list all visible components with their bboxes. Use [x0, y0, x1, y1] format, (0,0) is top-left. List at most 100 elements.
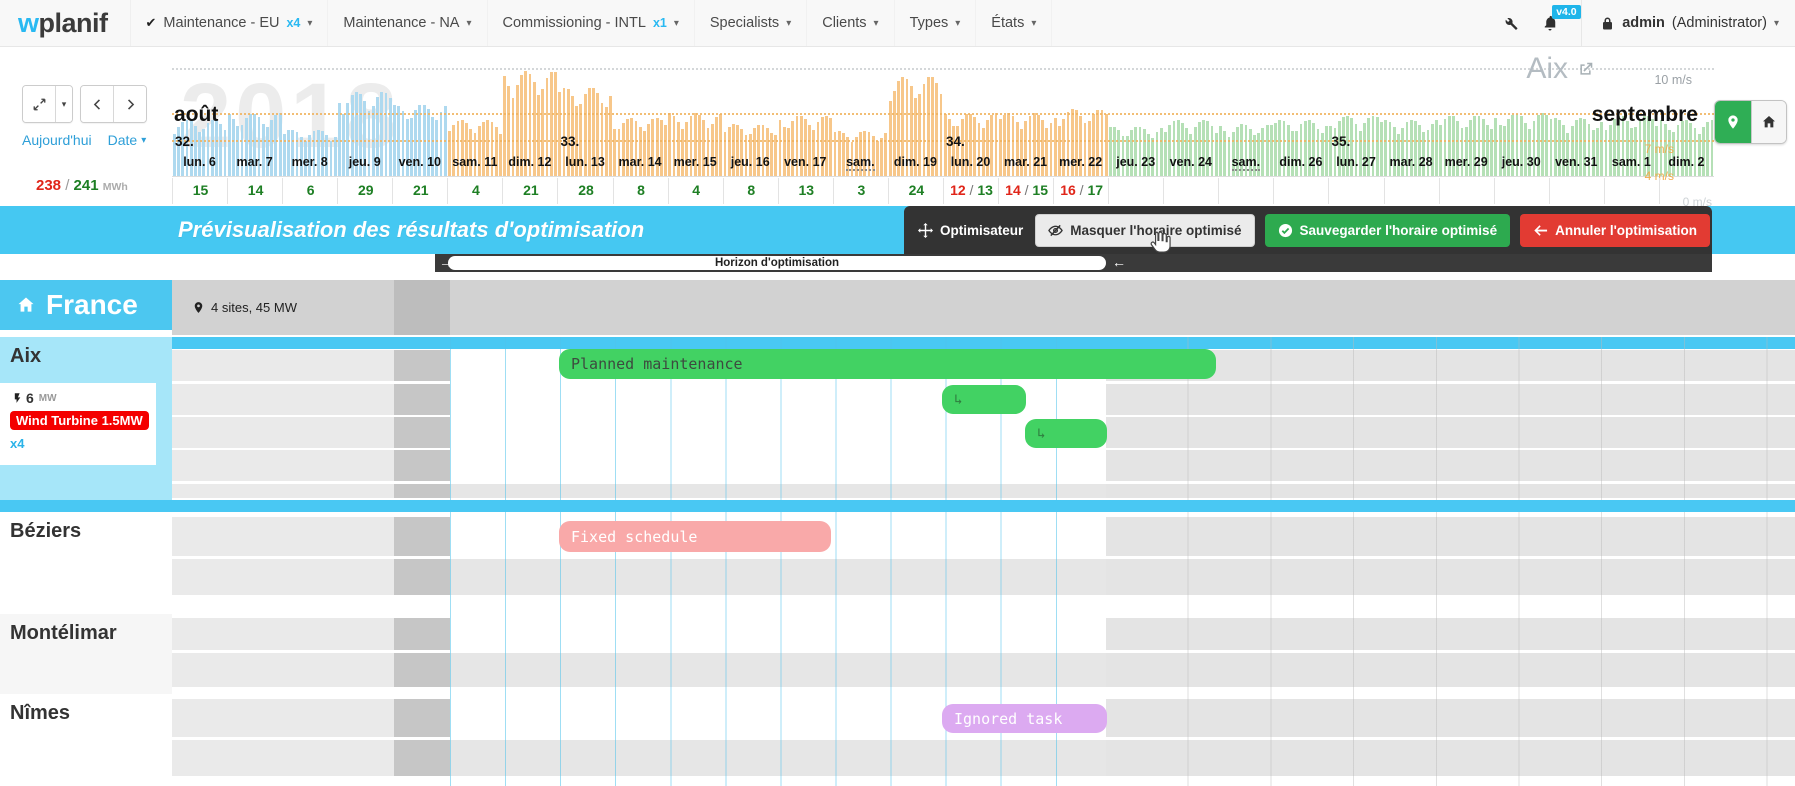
site-name: Béziers	[0, 512, 172, 543]
chevron-left-icon	[91, 98, 104, 111]
sidebar-item-montelimar[interactable]: Montélimar	[0, 614, 172, 694]
user-menu[interactable]: admin (Administrator) ▾	[1581, 0, 1779, 46]
gantt-sidebar: France Aix 6 MW Wind Turbine 1.5MW x4 Bé…	[0, 272, 172, 786]
week-number: 34.	[946, 134, 965, 149]
day-label: dim. 19	[888, 155, 943, 175]
nav-item-specialists[interactable]: Specialists▾	[695, 0, 807, 46]
day-availability: 4	[447, 178, 503, 204]
day-availability	[1163, 178, 1219, 204]
nav-item-types[interactable]: Types▾	[895, 0, 977, 46]
month-label-september: septembre	[1592, 103, 1698, 127]
count-badge: x4	[286, 16, 300, 30]
turbine-count: x4	[10, 436, 146, 451]
site-name: Montélimar	[0, 614, 172, 645]
day-label: jeu. 16	[723, 155, 778, 175]
nav-item-label: Specialists	[710, 15, 779, 31]
save-optimized-schedule-button[interactable]: Sauvegarder l'horaire optimisé	[1265, 214, 1511, 247]
turbine-type-badge[interactable]: Wind Turbine 1.5MW	[10, 411, 149, 430]
prev-period-button[interactable]	[81, 86, 113, 122]
timeline-section: ▾ Aujourd'hui Date▾ 238 / 241 MWh 2018 a…	[0, 46, 1795, 206]
sidebar-item-aix[interactable]: Aix 6 MW Wind Turbine 1.5MW x4	[0, 337, 172, 500]
sidebar-item-nimes[interactable]: Nîmes	[0, 694, 172, 786]
wrench-icon[interactable]	[1501, 14, 1519, 32]
sidebar-item-france[interactable]: France	[0, 280, 172, 330]
day-availability: 14 / 15	[998, 178, 1054, 204]
eye-slash-icon	[1048, 223, 1063, 238]
day-label: mer. 29	[1439, 155, 1494, 175]
day-availability	[1273, 178, 1329, 204]
day-label: jeu. 30	[1494, 155, 1549, 175]
energy-used: 238	[36, 177, 61, 194]
section-divider-strip	[0, 500, 1795, 512]
gantt-row	[172, 653, 1795, 687]
optimizer-icon	[918, 223, 933, 238]
horizon-track: → Horizon d'optimisation ←	[435, 254, 1712, 272]
site-name: Aix	[0, 337, 172, 368]
day-label: dim. 26	[1273, 155, 1328, 175]
day-availability: 28	[557, 178, 613, 204]
day-availability	[1439, 178, 1495, 204]
energy-total: 241	[74, 177, 99, 194]
chevron-down-icon: ▾	[466, 18, 471, 29]
day-label: jeu. 23	[1108, 155, 1163, 175]
chart-baseline	[172, 176, 1714, 177]
day-availability: 16 / 17	[1053, 178, 1109, 204]
today-link[interactable]: Aujourd'hui	[22, 132, 92, 148]
current-wind-speed: 10 m/s	[1654, 73, 1692, 87]
task-bar-fixed-schedule[interactable]: Fixed schedule	[559, 521, 831, 552]
day-label: sam.	[1218, 155, 1273, 175]
day-availability: 13	[778, 178, 834, 204]
day-availability	[1328, 178, 1384, 204]
day-availability: 24	[888, 178, 944, 204]
sidebar-item-beziers[interactable]: Béziers	[0, 512, 172, 614]
day-availability: 4	[668, 178, 724, 204]
date-link[interactable]: Date▾	[108, 132, 147, 148]
task-bar-subtask[interactable]: ↳	[942, 385, 1026, 414]
app-logo[interactable]: wplanif	[0, 0, 131, 46]
nav-item-maintenance-eu[interactable]: ✔Maintenance - EUx4▾	[131, 0, 329, 46]
expand-range-button[interactable]	[23, 86, 55, 122]
nav-item--tats[interactable]: États▾	[976, 0, 1052, 46]
gantt-chart: 4 sites, 45 MW Planned maintenance ↳ ↳ Fixe…	[172, 272, 1795, 786]
optimizer-label: Optimisateur	[918, 223, 1023, 238]
day-availability: 21	[502, 178, 558, 204]
station-title: Aix	[1526, 52, 1594, 86]
sites-summary: 4 sites, 45 MW	[192, 280, 297, 335]
nav-item-commissioning-intl[interactable]: Commissioning - INTLx1▾	[488, 0, 695, 46]
nav-item-clients[interactable]: Clients▾	[807, 0, 894, 46]
week-number: 33.	[560, 134, 579, 149]
gantt-area: 4 sites, 45 MW Planned maintenance ↳ ↳ Fixe…	[0, 272, 1795, 786]
version-badge: v4.0	[1552, 5, 1580, 19]
day-label: lun. 20	[943, 155, 998, 175]
day-availability: 8	[613, 178, 669, 204]
zoom-control-group: ▾	[22, 85, 73, 123]
horizon-end-arrow-icon[interactable]: ←	[1112, 254, 1126, 272]
task-bar-planned-maintenance[interactable]: Planned maintenance	[559, 349, 1216, 379]
chevron-down-icon: ▾	[874, 18, 879, 29]
next-period-button[interactable]	[113, 86, 146, 122]
nav-item-label: Commissioning - INTL	[503, 15, 646, 31]
day-label: dim. 2	[1659, 155, 1714, 175]
task-bar-ignored-task[interactable]: Ignored task	[942, 704, 1107, 733]
gantt-row	[172, 484, 1795, 498]
day-label: mar. 28	[1384, 155, 1439, 175]
username: admin	[1622, 15, 1665, 31]
month-label-august: août	[174, 103, 218, 127]
task-bar-subtask[interactable]: ↳	[1025, 419, 1107, 448]
map-pin-icon	[192, 301, 205, 314]
notifications-bell-icon[interactable]: v4.0	[1541, 14, 1559, 32]
nav-item-maintenance-na[interactable]: Maintenance - NA▾	[328, 0, 487, 46]
cancel-optimization-button[interactable]: Annuler l'optimisation	[1520, 214, 1710, 247]
horizon-range-pill[interactable]: Horizon d'optimisation	[448, 256, 1106, 270]
gantt-row	[172, 618, 1795, 650]
share-icon[interactable]	[1577, 61, 1594, 78]
day-availability: 14	[227, 178, 283, 204]
horizon-row: → Horizon d'optimisation ←	[0, 254, 1795, 272]
day-label: lun. 27	[1328, 155, 1383, 175]
home-view-button[interactable]	[1751, 101, 1786, 143]
nav-item-label: Types	[910, 15, 949, 31]
map-view-button[interactable]	[1715, 101, 1751, 143]
nav-item-label: Maintenance - EU	[163, 15, 279, 31]
hide-optimized-schedule-button[interactable]: Masquer l'horaire optimisé	[1035, 214, 1254, 247]
zoom-dropdown-caret[interactable]: ▾	[55, 86, 72, 122]
